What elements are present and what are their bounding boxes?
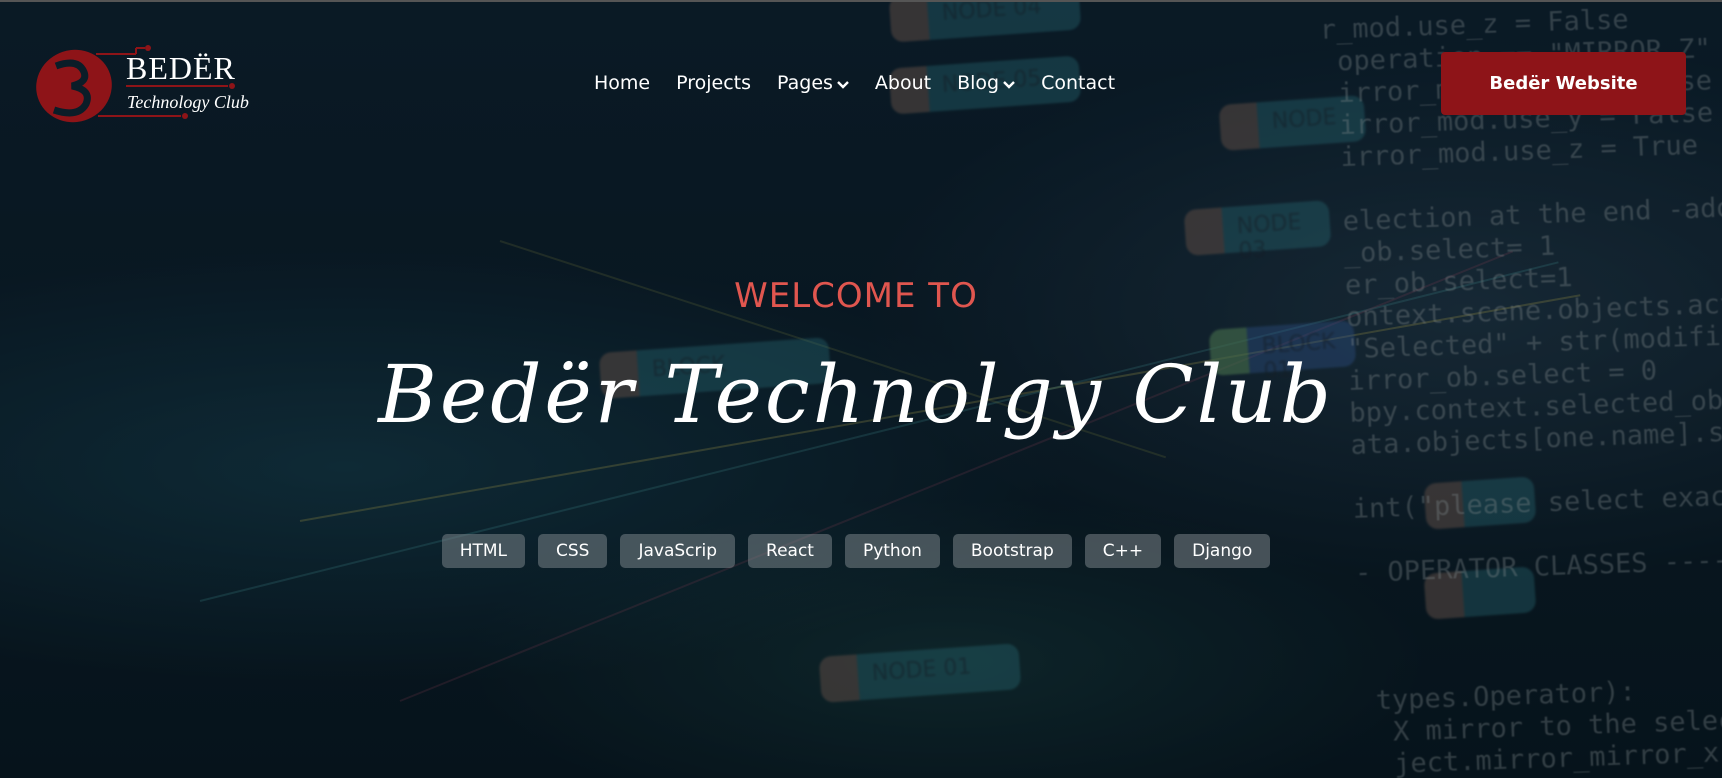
brand-subtitle: Technology Club bbox=[127, 92, 249, 112]
tech-tag: React bbox=[748, 534, 832, 568]
nav-item-label: Contact bbox=[1041, 72, 1116, 94]
tech-tag: JavaScrip bbox=[620, 534, 736, 568]
nav-item-label: Home bbox=[594, 72, 651, 94]
hero-title: Bedër Technolgy Club bbox=[378, 348, 1334, 441]
nav-item-contact[interactable]: Contact bbox=[1041, 72, 1115, 94]
tech-tag: C++ bbox=[1084, 534, 1162, 568]
nav-item-label: Blog bbox=[957, 72, 1000, 94]
nav-item-pages[interactable]: Pages bbox=[777, 72, 849, 94]
chevron-down-icon bbox=[837, 78, 849, 92]
hero-eyebrow: WELCOME TO bbox=[734, 276, 978, 316]
main-nav: Home Projects Pages About Blog Contact bbox=[594, 72, 1141, 94]
nav-item-label: Pages bbox=[777, 72, 833, 94]
nav-item-label: Projects bbox=[676, 72, 752, 94]
site-header: BEDËR Technology Club Home Projects Page… bbox=[0, 0, 1722, 170]
tech-tag: Bootstrap bbox=[952, 534, 1072, 568]
brand-logo[interactable]: BEDËR Technology Club bbox=[26, 40, 266, 130]
brand-name: BEDËR bbox=[126, 50, 236, 86]
nav-item-projects[interactable]: Projects bbox=[676, 72, 751, 94]
nav-item-label: About bbox=[874, 72, 932, 94]
nav-item-home[interactable]: Home bbox=[594, 72, 650, 94]
chevron-down-icon bbox=[1003, 78, 1015, 92]
tech-tag: Python bbox=[844, 534, 940, 568]
tech-tag: HTML bbox=[441, 534, 525, 568]
tech-tag: Django bbox=[1174, 534, 1271, 568]
nav-item-blog[interactable]: Blog bbox=[957, 72, 1015, 94]
nav-item-about[interactable]: About bbox=[875, 72, 931, 94]
tech-tag-list: HTML CSS JavaScrip React Python Bootstra… bbox=[0, 534, 1712, 568]
tech-tag: CSS bbox=[538, 534, 608, 568]
beder-website-button[interactable]: Bedër Website bbox=[1441, 52, 1686, 115]
